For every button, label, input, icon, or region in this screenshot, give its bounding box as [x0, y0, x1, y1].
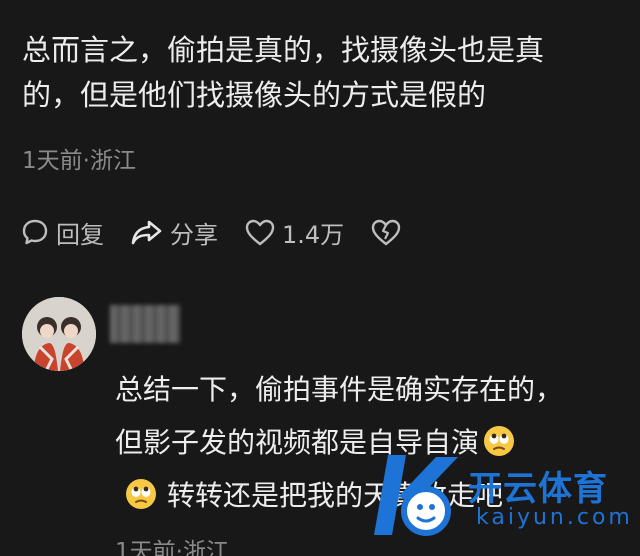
- comment-line-1: 总而言之，偷拍是真的，找摄像头也是真: [22, 33, 545, 67]
- comment-bubble-icon: [22, 219, 48, 245]
- dislike-button[interactable]: [370, 217, 408, 247]
- share-button[interactable]: 分享: [130, 215, 218, 250]
- reply-line-1: 总结一下，偷拍事件是确实存在的，: [115, 373, 564, 406]
- watermark-logo-icon: [374, 455, 458, 536]
- eye-roll-emoji-icon: [126, 479, 156, 509]
- share-arrow-icon: [131, 220, 162, 245]
- comment-meta: 1天前·浙江: [22, 148, 136, 174]
- watermark-subtext: kaiyun.com: [476, 505, 633, 530]
- heart-icon: [245, 219, 275, 246]
- reply-label: 回复: [56, 220, 104, 249]
- like-count: 1.4万: [282, 220, 345, 249]
- comment-actions: 回复 分享 1.4万: [20, 212, 434, 252]
- watermark-text: 开云体育: [468, 469, 608, 509]
- comment-line-2: 的，但是他们找摄像头的方式是假的: [22, 78, 487, 112]
- broken-heart-icon: [371, 219, 401, 246]
- watermark: 开云体育 kaiyun.com: [358, 445, 630, 545]
- comment-thread: 总而言之，偷拍是真的，找摄像头也是真 的，但是他们找摄像头的方式是假的 1天前·…: [0, 0, 640, 556]
- like-button[interactable]: 1.4万: [244, 215, 344, 250]
- username-blurred[interactable]: [110, 305, 180, 343]
- share-label: 分享: [170, 220, 218, 249]
- reply-meta: 1天前·浙江: [115, 539, 229, 556]
- avatar[interactable]: [22, 297, 96, 371]
- avatar-image: [22, 297, 96, 371]
- reply-button[interactable]: 回复: [20, 215, 104, 250]
- comment-body: 总而言之，偷拍是真的，找摄像头也是真 的，但是他们找摄像头的方式是假的: [22, 28, 622, 118]
